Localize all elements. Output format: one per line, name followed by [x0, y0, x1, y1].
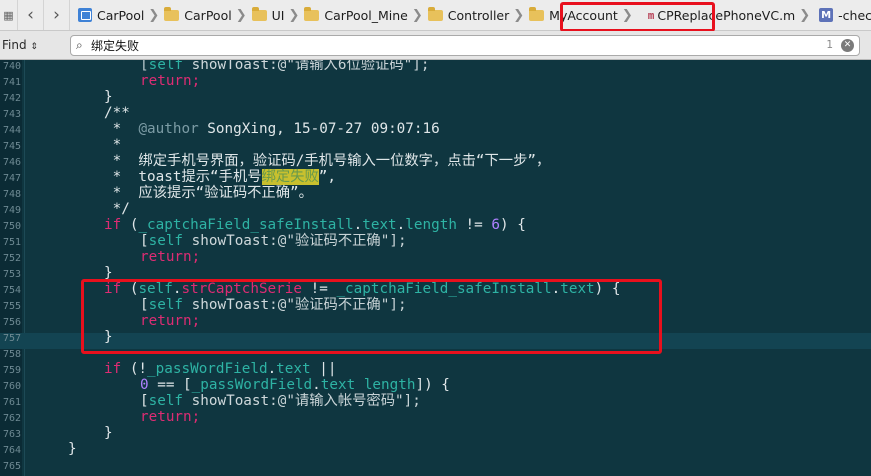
line-number: 761: [2, 397, 21, 408]
code-line-757: }: [104, 329, 113, 345]
code-line-762: return;: [140, 409, 201, 425]
line-number: 754: [2, 285, 21, 296]
breadcrumb-method[interactable]: M -checkPhoneIsBind: [819, 0, 871, 30]
line-number: 759: [2, 365, 21, 376]
line-number: 758: [2, 349, 21, 360]
folder-icon: [529, 7, 545, 21]
breadcrumb-label: CarPool: [184, 7, 232, 23]
breadcrumb-label: MyAccount: [549, 7, 618, 23]
folder-icon: [164, 7, 180, 21]
code-line-744: * @author SongXing, 15-07-27 09:07:16: [104, 121, 440, 137]
line-number: 763: [2, 429, 21, 440]
code-line-759: if (!_passWordField.text ||: [104, 361, 337, 377]
line-number: 745: [2, 141, 21, 152]
code-line-756: return;: [140, 313, 201, 329]
search-icon: ⌕: [76, 38, 83, 52]
line-number: 750: [2, 221, 21, 232]
source-editor[interactable]: 740 741 742 743 744 745 746 747 748 749 750 751 752 7…: [0, 60, 871, 476]
code-line-748: * 应该提示“验证码不正确”。: [104, 185, 313, 201]
breadcrumb-file[interactable]: m CPReplacePhoneVC.m ❯: [647, 0, 815, 30]
chevron-right-icon: ❯: [621, 7, 633, 23]
line-number: 755: [2, 301, 21, 312]
find-mode-label: Find: [2, 38, 27, 52]
code-line-754: if (self.strCaptchSerie != _captchaField…: [104, 281, 621, 297]
code-line-743: /**: [104, 105, 130, 121]
breadcrumb-label: CarPool: [97, 7, 145, 23]
code-line-761: [self showToast:@"请输入帐号密码"];: [140, 393, 421, 409]
line-number: 744: [2, 125, 21, 136]
line-number: 762: [2, 413, 21, 424]
line-number: 751: [2, 237, 21, 248]
line-number: 741: [2, 77, 21, 88]
breadcrumb-label: -checkPhoneIsBind: [838, 7, 871, 23]
code-line-745: *: [104, 137, 122, 153]
line-number: 756: [2, 317, 21, 328]
breadcrumb-label: UI: [271, 7, 285, 23]
code-line-746: * 绑定手机号界面，验证码/手机号输入一位数字，点击“下一步”，: [104, 153, 551, 169]
breadcrumb-project[interactable]: CarPool ❯: [78, 0, 164, 30]
folder-icon: [304, 7, 320, 21]
code-line-740: [self showToast:@"请输入6位验证码"];: [140, 60, 430, 73]
line-number: 760: [2, 381, 21, 392]
breadcrumb-group-carpool-mine[interactable]: CarPool_Mine ❯: [304, 0, 427, 30]
breadcrumb-label: CarPool_Mine: [324, 7, 408, 23]
code-line-751: [self showToast:@"验证码不正确"];: [140, 233, 407, 249]
updown-chevron-icon: ⇕: [30, 42, 38, 52]
chevron-right-icon: ❯: [235, 7, 247, 23]
chevron-right-icon: ❯: [513, 7, 525, 23]
search-input[interactable]: [91, 37, 781, 54]
code-line-741: return;: [140, 73, 201, 89]
line-number: 757: [2, 333, 21, 344]
xcode-project-icon: [78, 8, 92, 22]
chevron-right-icon: ❯: [411, 7, 423, 23]
line-number: 764: [2, 445, 21, 456]
breadcrumb-group-ui[interactable]: UI ❯: [251, 0, 305, 30]
folder-icon: [427, 7, 443, 21]
line-number: 743: [2, 109, 21, 120]
chevron-right-icon: ❯: [799, 7, 811, 23]
line-number: 752: [2, 253, 21, 264]
breadcrumb-label: CPReplacePhoneVC.m: [657, 7, 796, 23]
forward-button[interactable]: ›: [44, 0, 70, 30]
code-line-742: }: [104, 89, 113, 105]
breadcrumb-label: Controller: [447, 7, 510, 23]
find-mode-select[interactable]: Find ⇕: [2, 38, 38, 52]
line-number: 746: [2, 157, 21, 168]
line-number: 749: [2, 205, 21, 216]
code-line-753: }: [104, 265, 113, 281]
line-number: 748: [2, 189, 21, 200]
clear-icon[interactable]: ✕: [841, 39, 854, 52]
line-number: 765: [2, 461, 21, 472]
chevron-right-icon: ❯: [288, 7, 300, 23]
folder-icon: [251, 7, 267, 21]
match-count: 1: [826, 39, 833, 51]
find-bar: Find ⇕ ⌕ 1 ✕: [0, 31, 871, 60]
code-line-755: [self showToast:@"验证码不正确"];: [140, 297, 407, 313]
line-number: 747: [2, 173, 21, 184]
code-line-747: * toast提示“手机号绑定失败”,: [104, 169, 336, 185]
line-number: 753: [2, 269, 21, 280]
code-line-764: }: [68, 441, 77, 457]
line-number: 740: [2, 61, 21, 72]
find-field[interactable]: ⌕ 1 ✕: [70, 35, 860, 56]
code-line-749: */: [104, 201, 130, 217]
objc-file-icon: m: [647, 8, 655, 22]
method-icon: M: [819, 8, 834, 22]
related-items-icon[interactable]: ▦: [0, 0, 18, 30]
current-line-highlight: [0, 333, 871, 349]
chevron-right-icon: ❯: [148, 7, 160, 23]
gutter-divider: [24, 60, 25, 476]
jump-bar: ▦ ‹ › CarPool ❯ CarPool ❯ UI ❯ CarPool_M…: [0, 0, 871, 31]
code-line-763: }: [104, 425, 113, 441]
find-match-highlight: 绑定失败: [261, 169, 319, 185]
code-line-752: return;: [140, 249, 201, 265]
code-line-760: 0 == [_passWordField.text length]) {: [140, 377, 450, 393]
breadcrumb-group-carpool[interactable]: CarPool ❯: [164, 0, 251, 30]
code-line-750: if (_captchaField_safeInstall.text.lengt…: [104, 217, 526, 233]
breadcrumb-group-controller[interactable]: Controller ❯: [427, 0, 529, 30]
breadcrumb-group-myaccount[interactable]: MyAccount ❯: [529, 0, 638, 30]
line-number: 742: [2, 93, 21, 104]
back-button[interactable]: ‹: [18, 0, 44, 30]
